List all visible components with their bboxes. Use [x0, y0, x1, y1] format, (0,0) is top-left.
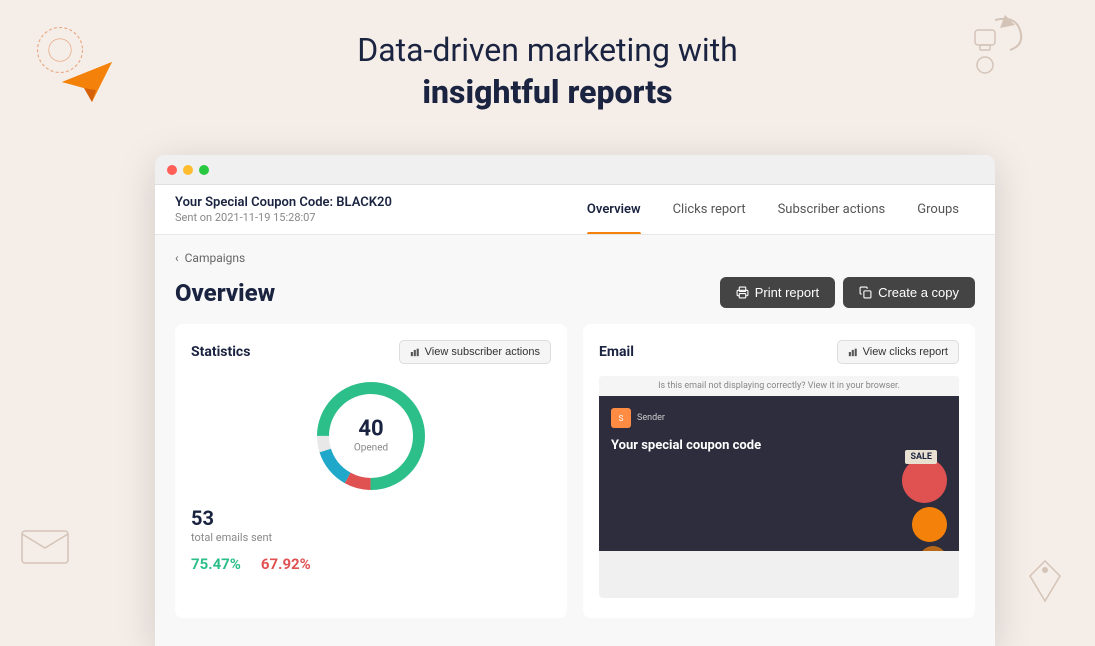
bubble-3 — [919, 546, 947, 551]
campaign-title: Your Special Coupon Code: BLACK20 — [175, 195, 571, 210]
breadcrumb[interactable]: ‹ Campaigns — [175, 251, 975, 265]
statistics-title: Statistics — [191, 344, 250, 360]
create-copy-label: Create a copy — [878, 285, 959, 300]
email-content-area: Your special coupon code SALE — [611, 438, 947, 539]
stat-percentages: 75.47% 67.92% — [191, 554, 551, 573]
print-report-label: Print report — [755, 285, 819, 300]
doodle-bottom-right — [1025, 556, 1065, 606]
bar-chart-icon-2 — [848, 347, 858, 357]
donut-chart-container: 40 Opened — [191, 376, 551, 496]
email-brand-bar: S Sender — [611, 408, 947, 428]
view-subscriber-actions-button[interactable]: View subscriber actions — [399, 340, 551, 364]
donut-label: Opened — [354, 443, 388, 454]
cards-row: Statistics View subscriber actions — [175, 324, 975, 618]
navbar-left: Your Special Coupon Code: BLACK20 Sent o… — [175, 195, 571, 224]
open-rate: 75.47% — [191, 555, 241, 573]
donut-chart: 40 Opened — [311, 376, 431, 496]
header-line2: insightful reports — [422, 73, 672, 111]
tab-overview[interactable]: Overview — [571, 185, 657, 234]
header-line1: Data-driven marketing with — [357, 31, 738, 69]
header-actions: Print report Create a copy — [720, 277, 975, 308]
print-icon — [736, 286, 749, 299]
total-emails-stat: 53 total emails sent — [191, 506, 551, 544]
sale-badge: SALE — [905, 450, 937, 464]
view-clicks-report-label: View clicks report — [863, 346, 948, 358]
tab-subscriber-actions[interactable]: Subscriber actions — [762, 185, 902, 234]
browser-window: Your Special Coupon Code: BLACK20 Sent o… — [155, 155, 995, 646]
donut-center: 40 Opened — [354, 419, 388, 454]
brand-text: Sender — [637, 413, 665, 423]
email-bubbles-area: SALE — [857, 438, 947, 539]
app-content: ‹ Campaigns Overview Print report — [155, 235, 995, 646]
bar-chart-icon — [410, 347, 420, 357]
breadcrumb-arrow: ‹ — [175, 251, 179, 265]
envelope-icon-left — [20, 526, 70, 566]
email-text-area: Your special coupon code — [611, 438, 847, 539]
bubble-1 — [902, 458, 947, 503]
email-main-title: Your special coupon code — [611, 438, 847, 455]
email-preview-top-text: Is this email not displaying correctly? … — [599, 376, 959, 396]
donut-number: 40 — [354, 419, 388, 441]
total-emails-number: 53 — [191, 506, 551, 530]
email-preview: Is this email not displaying correctly? … — [599, 376, 959, 598]
page-title: Overview — [175, 279, 275, 307]
print-report-button[interactable]: Print report — [720, 277, 835, 308]
email-preview-inner: S Sender Your special coupon code SALE — [599, 396, 959, 551]
content-header: Overview Print report Create a copy — [175, 277, 975, 308]
campaign-date: Sent on 2021-11-19 15:28:07 — [175, 211, 571, 224]
browser-dot-red[interactable] — [167, 165, 177, 175]
browser-dot-green[interactable] — [199, 165, 209, 175]
copy-icon — [859, 286, 872, 299]
page-header: Data-driven marketing with insightful re… — [0, 0, 1095, 113]
view-clicks-report-button[interactable]: View clicks report — [837, 340, 959, 364]
click-rate: 67.92% — [261, 555, 311, 573]
email-title: Email — [599, 344, 634, 360]
create-copy-button[interactable]: Create a copy — [843, 277, 975, 308]
breadcrumb-text: Campaigns — [185, 251, 246, 265]
navbar-tabs: Overview Clicks report Subscriber action… — [571, 185, 975, 234]
tab-groups[interactable]: Groups — [901, 185, 975, 234]
email-card-header: Email View clicks report — [599, 340, 959, 364]
app-navbar: Your Special Coupon Code: BLACK20 Sent o… — [155, 185, 995, 235]
total-emails-label: total emails sent — [191, 531, 551, 544]
statistics-card: Statistics View subscriber actions — [175, 324, 567, 618]
bubble-2 — [912, 507, 947, 542]
email-card: Email View clicks report Is this email n… — [583, 324, 975, 618]
pct2-value: 67.92% — [261, 554, 311, 573]
sender-brand-icon: S — [611, 408, 631, 428]
pct1-value: 75.47% — [191, 554, 241, 573]
browser-dot-yellow[interactable] — [183, 165, 193, 175]
tab-clicks-report[interactable]: Clicks report — [657, 185, 762, 234]
browser-titlebar — [155, 155, 995, 185]
view-subscriber-actions-label: View subscriber actions — [425, 346, 540, 358]
statistics-card-header: Statistics View subscriber actions — [191, 340, 551, 364]
